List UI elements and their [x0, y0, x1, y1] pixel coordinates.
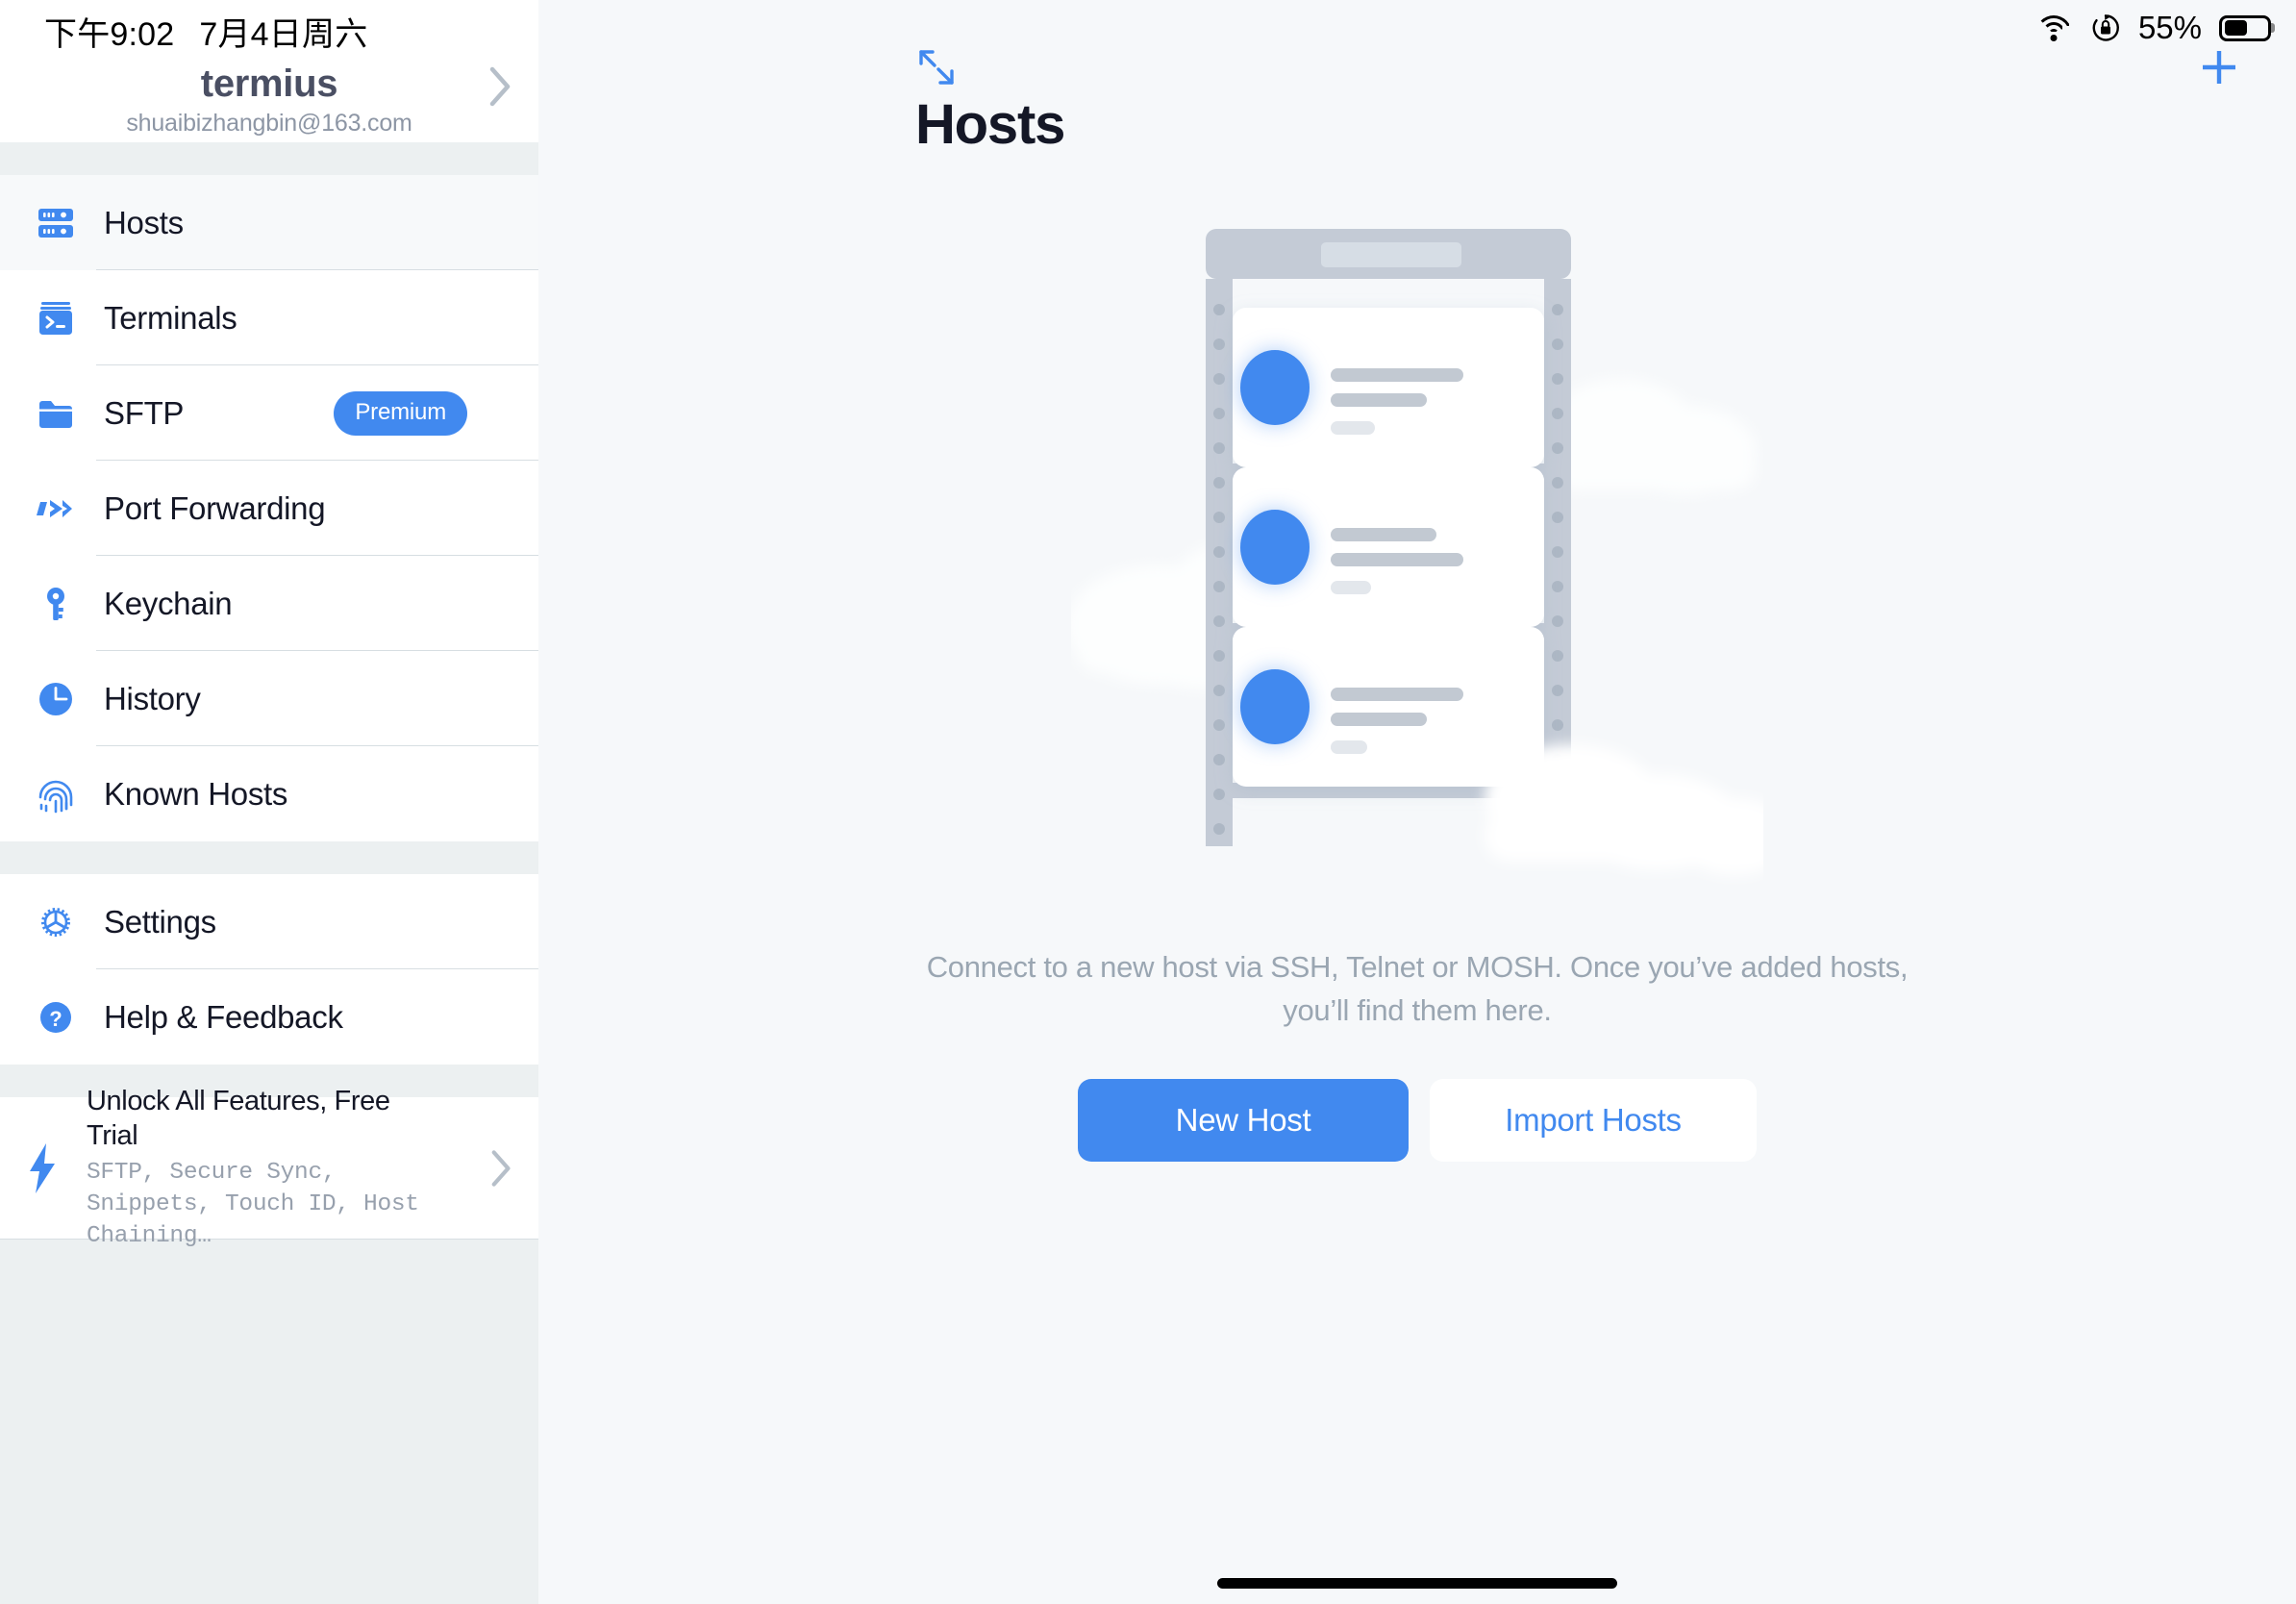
sidebar-item-hosts[interactable]: Hosts: [0, 175, 538, 270]
empty-state: Connect to a new host via SSH, Telnet or…: [538, 221, 2296, 1162]
folder-icon: [35, 392, 77, 435]
sidebar-item-settings[interactable]: Settings: [0, 874, 538, 969]
server-rack-icon: [35, 202, 77, 244]
sidebar-item-label: Port Forwarding: [104, 489, 326, 526]
sidebar-item-label: Known Hosts: [104, 775, 288, 812]
svg-text:?: ?: [49, 1007, 62, 1031]
sidebar-item-help-feedback[interactable]: ? Help & Feedback: [0, 969, 538, 1065]
premium-badge: Premium: [334, 390, 467, 436]
page-title: Hosts: [915, 93, 1065, 156]
sidebar-item-label: History: [104, 680, 201, 716]
sidebar-item-keychain[interactable]: Keychain: [0, 556, 538, 651]
promo-title: Unlock All Features, Free Trial: [87, 1085, 390, 1151]
account-email: shuaibizhangbin@163.com: [126, 109, 412, 137]
account-name: termius: [200, 62, 338, 105]
gear-icon: [35, 901, 77, 943]
sidebar-item-label: Help & Feedback: [104, 998, 343, 1035]
home-indicator: [1217, 1578, 1617, 1589]
promo-text: Unlock All Features, Free Trial SFTP, Se…: [87, 1084, 444, 1253]
plus-icon[interactable]: [2194, 42, 2244, 92]
lightning-bolt-icon: [21, 1142, 63, 1193]
sidebar-item-label: Keychain: [104, 585, 233, 621]
sidebar-item-label: SFTP: [104, 394, 185, 431]
expand-arrows-icon[interactable]: [915, 46, 958, 88]
sidebar-gap-1: [0, 142, 538, 175]
key-icon: [35, 583, 77, 625]
sidebar-gap-2: [0, 841, 538, 874]
account-row[interactable]: termius shuaibizhangbin@163.com: [0, 0, 538, 142]
empty-state-actions: New Host Import Hosts: [1078, 1078, 1757, 1162]
import-hosts-button[interactable]: Import Hosts: [1430, 1078, 1757, 1162]
new-host-button[interactable]: New Host: [1078, 1078, 1409, 1162]
sidebar-item-label: Terminals: [104, 299, 237, 336]
sidebar: termius shuaibizhangbin@163.com Hosts Te…: [0, 0, 538, 1604]
empty-state-description: Connect to a new host via SSH, Telnet or…: [926, 950, 1909, 1027]
fingerprint-icon: [35, 773, 77, 815]
question-mark-icon: ?: [35, 996, 77, 1039]
account-text: termius shuaibizhangbin@163.com: [0, 62, 538, 138]
sidebar-group-main: Hosts Terminals SFTP Premium Port Forward…: [0, 175, 538, 841]
sidebar-item-history[interactable]: History: [0, 651, 538, 746]
terminal-icon: [35, 297, 77, 339]
arrow-forward-icon: [35, 488, 77, 530]
unlock-features-promo[interactable]: Unlock All Features, Free Trial SFTP, Se…: [0, 1086, 538, 1249]
server-rack-with-clouds-illustration: [1066, 221, 1792, 894]
main-panel: Hosts Connect to a new host via SSH, Tel…: [538, 0, 2296, 1604]
sidebar-item-terminals[interactable]: Terminals: [0, 270, 538, 365]
chevron-right-icon: [490, 1148, 513, 1189]
sidebar-item-port-forwarding[interactable]: Port Forwarding: [0, 461, 538, 556]
chevron-right-icon: [488, 65, 513, 108]
sidebar-item-known-hosts[interactable]: Known Hosts: [0, 746, 538, 841]
sidebar-item-sftp[interactable]: SFTP Premium: [0, 365, 538, 461]
sidebar-group-secondary: Settings ? Help & Feedback: [0, 874, 538, 1065]
promo-subtitle: SFTP, Secure Sync, Snippets, Touch ID, H…: [87, 1160, 419, 1250]
clock-icon: [35, 678, 77, 720]
sidebar-item-label: Settings: [104, 903, 216, 940]
sidebar-item-label: Hosts: [104, 204, 184, 240]
